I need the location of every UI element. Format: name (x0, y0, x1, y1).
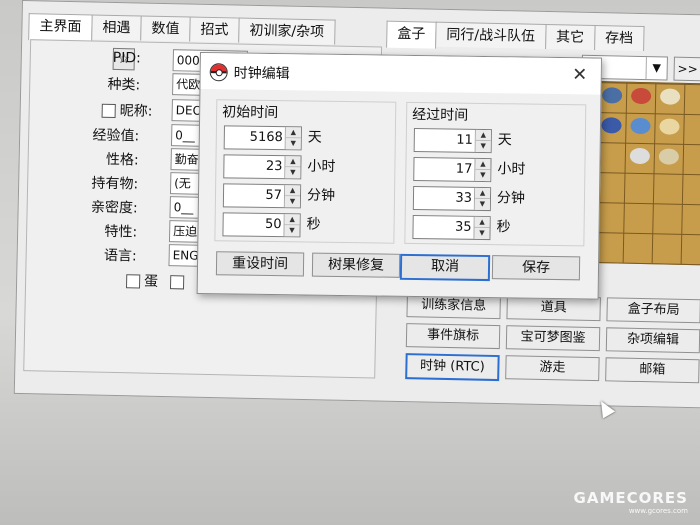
box-slot-grid[interactable] (592, 81, 700, 266)
arrow-down-icon[interactable]: ▼ (475, 140, 491, 153)
tab-party[interactable]: 同行/战斗队伍 (435, 21, 547, 49)
initial-seconds-value: 50 (264, 216, 282, 233)
pokemon-slot-icon[interactable] (658, 148, 680, 165)
species-label: 种类: (107, 76, 141, 94)
mailbox-button[interactable]: 邮箱 (605, 357, 700, 384)
arrow-up-icon[interactable]: ▲ (475, 158, 491, 171)
pokemon-slot-icon[interactable] (601, 87, 623, 104)
exp-label: 经验值: (92, 127, 140, 145)
tab-stats[interactable]: 数值 (140, 15, 191, 42)
tab-save[interactable]: 存档 (593, 24, 645, 52)
roamer-button[interactable]: 游走 (505, 355, 600, 382)
arrow-down-icon[interactable]: ▼ (284, 196, 300, 208)
pokemon-slot-icon[interactable] (629, 147, 651, 165)
arrow-down-icon[interactable]: ▼ (285, 167, 301, 179)
elapsed-minutes-value: 33 (455, 190, 473, 206)
save-button[interactable]: 保存 (491, 255, 581, 281)
tab-other[interactable]: 其它 (544, 23, 596, 51)
clock-edit-dialog: 时钟编辑 ✕ 初始时间 5168 ▲ ▼ 天 23 ▲ ▼ 小时 57 ▲ ▼ 分钟 … (196, 52, 602, 300)
elapsed-hours-unit: 小时 (497, 161, 526, 178)
elapsed-hours-stepper[interactable]: 17 ▲ ▼ (413, 156, 492, 183)
elapsed-minutes-unit: 分钟 (496, 190, 526, 207)
pokemon-slot-icon[interactable] (659, 88, 681, 105)
arrow-up-icon[interactable]: ▲ (284, 214, 300, 226)
box-layout-button[interactable]: 盒子布局 (606, 297, 700, 324)
initial-seconds-stepper[interactable]: 50 ▲ ▼ (222, 212, 301, 238)
elapsed-days-value: 11 (456, 132, 473, 148)
arrow-up-icon[interactable]: ▲ (475, 129, 491, 142)
watermark: GAMECORES www.gcores.com (574, 489, 688, 515)
initial-minutes-stepper[interactable]: 57 ▲ ▼ (222, 183, 302, 209)
event-flags-button[interactable]: 事件旗标 (405, 323, 501, 350)
initial-seconds-unit: 秒 (306, 216, 321, 233)
initial-minutes-value: 57 (265, 187, 283, 204)
close-icon[interactable]: ✕ (569, 64, 591, 86)
initial-days-unit: 天 (307, 129, 322, 146)
pokemon-slot-icon[interactable] (630, 117, 651, 135)
elapsed-seconds-unit: 秒 (496, 219, 511, 236)
pid-label: PID: (112, 49, 141, 67)
arrow-down-icon[interactable]: ▼ (284, 225, 300, 237)
initial-time-heading: 初始时间 (222, 104, 279, 122)
berry-fix-button[interactable]: 树果修复 (311, 252, 401, 278)
tab-box[interactable]: 盒子 (386, 20, 437, 49)
elapsed-days-stepper[interactable]: 11 ▲ ▼ (413, 127, 492, 154)
pokedex-button[interactable]: 宝可梦图鉴 (505, 325, 601, 352)
elapsed-hours-value: 17 (455, 161, 473, 177)
arrow-down-icon[interactable]: ▼ (474, 198, 490, 211)
arrow-down-icon[interactable]: ▼ (285, 138, 301, 150)
initial-days-value: 5168 (249, 129, 283, 146)
nickname-label-group: 昵称: (101, 100, 153, 121)
initial-days-stepper[interactable]: 5168 ▲ ▼ (223, 125, 302, 151)
nickname-label: 昵称: (119, 103, 153, 120)
tab-main[interactable]: 主界面 (28, 13, 93, 42)
elapsed-seconds-value: 35 (454, 219, 472, 235)
cancel-button[interactable]: 取消 (399, 253, 491, 282)
arrow-up-icon[interactable]: ▲ (284, 185, 301, 197)
arrow-up-icon[interactable]: ▲ (285, 127, 301, 139)
clock-rtc-button[interactable]: 时钟 (RTC) (405, 353, 500, 382)
initial-hours-stepper[interactable]: 23 ▲ ▼ (223, 154, 302, 180)
pokeball-icon (209, 63, 228, 82)
extra-checkbox[interactable] (170, 275, 185, 290)
ability-label: 特性: (104, 223, 138, 241)
chevron-down-icon: ▼ (645, 57, 667, 80)
tab-ot-misc[interactable]: 初训家/杂项 (238, 17, 336, 45)
elapsed-days-unit: 天 (497, 132, 512, 149)
dialog-title: 时钟编辑 (233, 65, 290, 83)
initial-hours-unit: 小时 (307, 158, 336, 175)
friendship-label: 亲密度: (90, 199, 138, 217)
elapsed-time-heading: 经过时间 (412, 106, 469, 124)
pokemon-slot-icon[interactable] (601, 117, 622, 134)
elapsed-minutes-stepper[interactable]: 33 ▲ ▼ (412, 185, 492, 212)
arrow-down-icon[interactable]: ▼ (474, 227, 490, 240)
arrow-up-icon[interactable]: ▲ (474, 187, 491, 200)
tab-encounter[interactable]: 相遇 (91, 14, 142, 41)
held-item-label: 持有物: (91, 175, 139, 193)
arrow-up-icon[interactable]: ▲ (474, 216, 490, 229)
nature-label: 性格: (105, 151, 139, 169)
reset-time-button[interactable]: 重设时间 (215, 251, 305, 277)
language-label: 语言: (103, 247, 137, 265)
misc-edit-button[interactable]: 杂项编辑 (605, 327, 700, 354)
tab-moves[interactable]: 招式 (189, 16, 240, 43)
arrow-up-icon[interactable]: ▲ (285, 156, 301, 168)
egg-checkbox[interactable] (125, 274, 141, 289)
egg-group: 蛋 (125, 270, 189, 291)
next-box-button[interactable]: >> (673, 56, 700, 82)
egg-label: 蛋 (143, 273, 159, 290)
initial-hours-value: 23 (265, 158, 283, 175)
initial-minutes-unit: 分钟 (306, 187, 336, 204)
pokemon-slot-icon[interactable] (659, 118, 680, 135)
arrow-down-icon[interactable]: ▼ (475, 169, 491, 182)
nickname-checkbox[interactable] (101, 103, 116, 118)
watermark-main: GAMECORES (573, 489, 688, 507)
watermark-sub: www.gcores.com (628, 507, 688, 515)
elapsed-seconds-stepper[interactable]: 35 ▲ ▼ (412, 214, 491, 241)
dialog-titlebar: 时钟编辑 ✕ (200, 53, 601, 95)
pokemon-slot-icon[interactable] (630, 87, 652, 105)
